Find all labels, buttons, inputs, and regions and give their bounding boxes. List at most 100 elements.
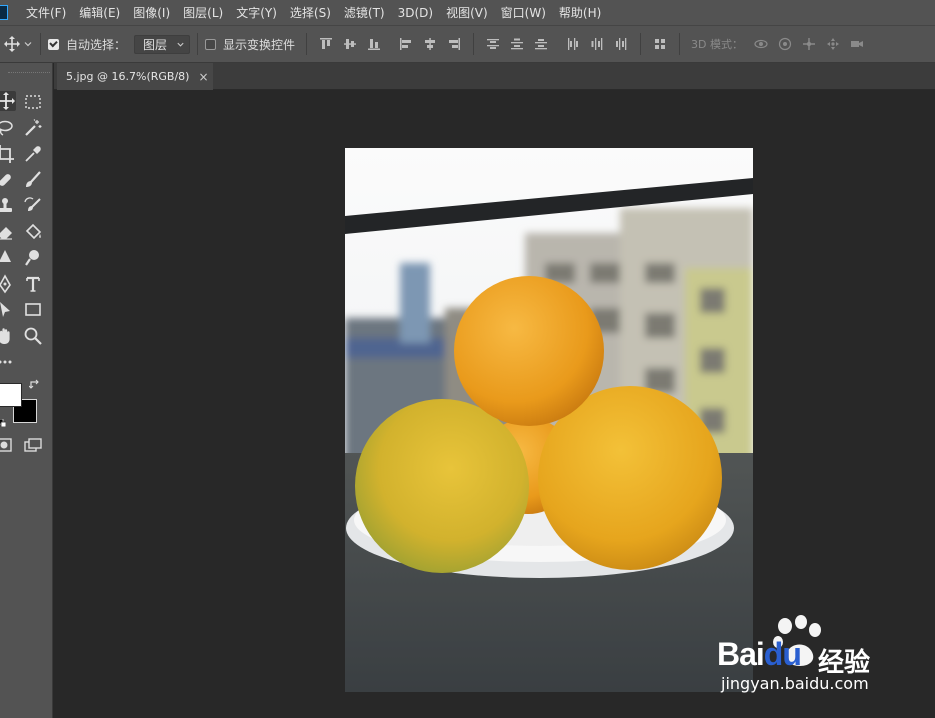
menu-edit[interactable]: 编辑(E) — [79, 4, 120, 21]
photoshop-logo-icon[interactable] — [0, 5, 8, 20]
dropdown-value: 图层 — [143, 37, 168, 52]
auto-select-label: 自动选择： — [66, 37, 127, 52]
menu-3d[interactable]: 3D(D) — [398, 6, 433, 20]
path-selection-tool[interactable] — [0, 300, 15, 320]
watermark-brand-du: du — [763, 636, 802, 672]
close-icon[interactable]: × — [198, 70, 208, 84]
move-tool-preset-icon[interactable] — [4, 36, 33, 52]
clone-stamp-tool[interactable] — [0, 196, 15, 216]
dodge-tool[interactable] — [23, 248, 43, 268]
foreground-color-swatch[interactable] — [0, 383, 22, 407]
zoom-tool[interactable] — [23, 326, 43, 346]
separator — [40, 33, 41, 55]
distribute-top-icon[interactable] — [486, 37, 500, 51]
rectangle-icon — [25, 303, 41, 316]
magic-wand-icon — [25, 119, 42, 136]
magic-wand-tool[interactable] — [23, 118, 43, 138]
distribute-horizontal-center-icon[interactable] — [590, 37, 604, 51]
eraser-tool[interactable] — [0, 222, 15, 242]
magnifier-icon — [24, 327, 42, 345]
distribute-left-icon[interactable] — [566, 37, 580, 51]
more-tools-icon — [0, 360, 12, 364]
hand-icon — [0, 328, 10, 344]
bandage-icon — [0, 174, 11, 186]
lasso-icon — [0, 120, 13, 136]
document-tab[interactable]: 5.jpg @ 16.7%(RGB/8) × — [57, 63, 213, 90]
align-horizontal-center-icon[interactable] — [423, 37, 437, 51]
align-left-icon[interactable] — [399, 37, 413, 51]
menu-view[interactable]: 视图(V) — [446, 4, 488, 21]
pen-icon — [0, 274, 11, 294]
align-right-icon[interactable] — [447, 37, 461, 51]
pen-tool[interactable] — [0, 274, 15, 294]
rectangular-marquee-icon — [25, 95, 41, 109]
separator — [473, 33, 475, 55]
menu-type[interactable]: 文字(Y) — [236, 4, 277, 21]
eyedropper-icon — [25, 146, 41, 162]
menu-help[interactable]: 帮助(H) — [559, 4, 601, 21]
marquee-tool[interactable] — [23, 92, 43, 112]
quick-mask-mode[interactable] — [0, 435, 14, 455]
auto-align-layers-icon[interactable] — [653, 37, 667, 51]
path-selection-arrow-icon — [0, 302, 10, 317]
distribute-right-icon[interactable] — [614, 37, 628, 51]
eyedropper-tool[interactable] — [23, 144, 43, 164]
tools-panel — [0, 63, 53, 718]
chevron-down-icon — [177, 42, 184, 47]
history-brush-icon — [24, 197, 41, 211]
separator — [679, 33, 681, 55]
distribute-bottom-icon[interactable] — [534, 37, 548, 51]
menu-layer[interactable]: 图层(L) — [183, 4, 223, 21]
canvas-image[interactable] — [345, 148, 753, 692]
screen-mode[interactable] — [23, 435, 43, 455]
chevron-down-icon — [24, 42, 32, 47]
lasso-tool[interactable] — [0, 118, 15, 138]
paint-bucket-icon — [25, 223, 42, 240]
3d-pan-icon[interactable] — [802, 37, 816, 51]
type-tool[interactable] — [23, 274, 43, 294]
align-bottom-icon[interactable] — [367, 37, 381, 51]
menu-file[interactable]: 文件(F) — [26, 4, 66, 21]
quick-mask-icon — [0, 438, 12, 452]
history-brush-tool[interactable] — [23, 196, 43, 216]
move-tool-icon — [0, 92, 15, 110]
crop-tool[interactable] — [0, 144, 15, 164]
healing-brush-tool[interactable] — [0, 170, 15, 190]
menu-filter[interactable]: 滤镜(T) — [344, 4, 385, 21]
3d-slide-icon[interactable] — [826, 37, 840, 51]
blur-tool[interactable] — [0, 248, 15, 268]
menu-window[interactable]: 窗口(W) — [501, 4, 546, 21]
blur-drop-icon — [0, 250, 11, 262]
edit-toolbar-button[interactable] — [0, 352, 15, 372]
panel-grip[interactable] — [8, 72, 50, 75]
distribute-vertical-center-icon[interactable] — [510, 37, 524, 51]
auto-select-checkbox[interactable] — [48, 38, 59, 50]
baidu-jingyan-watermark: Baidu 经验 jingyan.baidu.com — [715, 612, 890, 702]
move-tool[interactable] — [0, 91, 16, 111]
show-transform-controls-checkbox[interactable] — [205, 38, 217, 50]
brush-tool[interactable] — [23, 170, 43, 190]
rectangle-tool[interactable] — [23, 300, 43, 320]
hand-tool[interactable] — [0, 326, 15, 346]
menu-image[interactable]: 图像(I) — [133, 4, 170, 21]
3d-mode-label: 3D 模式： — [691, 38, 743, 51]
3d-roll-icon[interactable] — [778, 37, 792, 51]
type-icon — [26, 276, 40, 292]
separator — [197, 33, 199, 55]
menu-select[interactable]: 选择(S) — [290, 4, 331, 21]
show-transform-controls-label: 显示变换控件 — [223, 37, 296, 52]
eraser-icon — [0, 227, 12, 240]
default-colors-icon[interactable] — [0, 416, 7, 428]
paint-bucket-tool[interactable] — [23, 222, 43, 242]
document-tab-title: 5.jpg @ 16.7%(RGB/8) — [66, 70, 190, 83]
stamp-icon — [0, 198, 12, 212]
3d-scale-camera-icon[interactable] — [850, 37, 864, 51]
watermark-url: jingyan.baidu.com — [721, 674, 869, 693]
3d-orbit-icon[interactable] — [754, 37, 768, 51]
align-top-icon[interactable] — [319, 37, 333, 51]
align-vertical-center-icon[interactable] — [343, 37, 357, 51]
menu-bar: 文件(F) 编辑(E) 图像(I) 图层(L) 文字(Y) 选择(S) 滤镜(T… — [0, 0, 935, 25]
auto-select-target-dropdown[interactable]: 图层 — [134, 34, 191, 54]
swap-colors-icon[interactable] — [28, 379, 41, 391]
separator — [306, 33, 308, 55]
